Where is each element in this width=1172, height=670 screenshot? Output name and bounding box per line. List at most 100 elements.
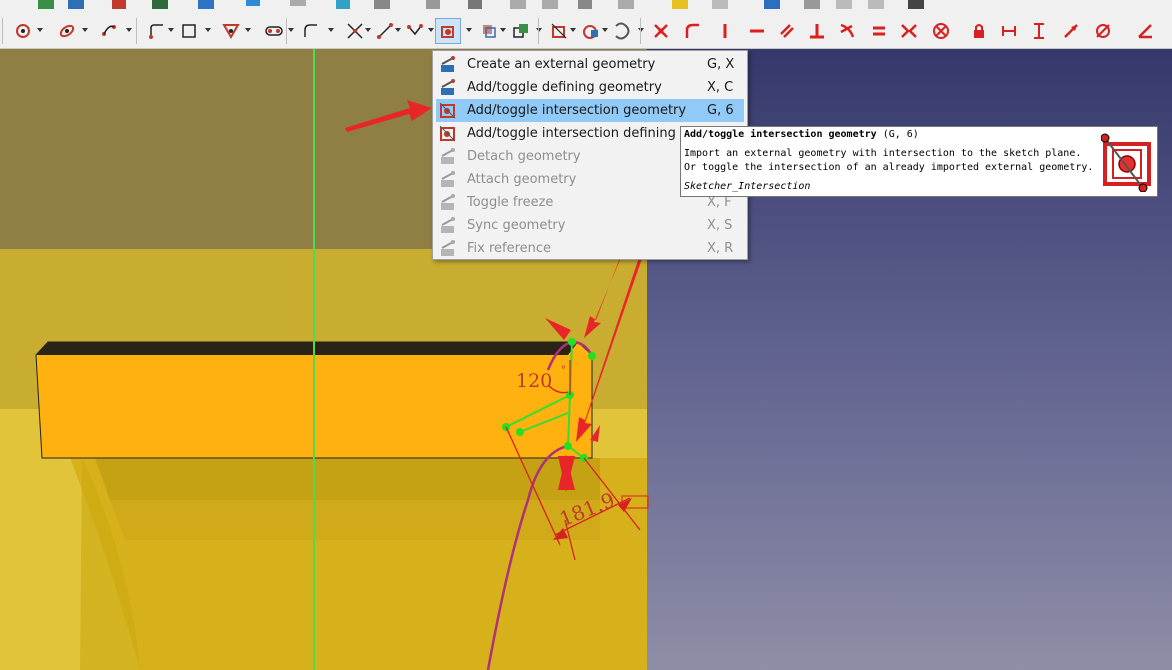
tooltip-description-line1: Import an external geometry with interse…: [684, 148, 1082, 159]
constraint-block-button[interactable]: [928, 18, 954, 44]
dropdown-arrow-icon[interactable]: [82, 28, 88, 32]
copy-button[interactable]: [578, 18, 604, 44]
tooltip-title: Add/toggle intersection geometry (G, 6): [684, 129, 919, 140]
datum-plane-icon: [59, 24, 75, 38]
fillet-icon: [304, 24, 317, 37]
dropdown-arrow-icon[interactable]: [570, 28, 576, 32]
menu-item-shortcut: X, C: [707, 80, 734, 95]
constraint-horizontal-distance-button[interactable]: [996, 18, 1022, 44]
toolbar-separator: [640, 18, 641, 44]
conic-icon: [377, 23, 393, 39]
external-geometry-icon: [551, 23, 567, 39]
constraint-radius-button[interactable]: [1090, 18, 1116, 44]
constraint-distance-icon: [1064, 24, 1078, 38]
arrow-up-button[interactable]: [218, 18, 244, 44]
toolbar-top-row: [38, 0, 924, 9]
constraint-parallel-button[interactable]: [774, 18, 800, 44]
dropdown-arrow-icon[interactable]: [428, 28, 434, 32]
rectangle-button[interactable]: [176, 18, 202, 44]
menu-item-label: Sync geometry: [467, 218, 566, 233]
clone-button[interactable]: [508, 18, 534, 44]
constraint-perpendicular-icon: [810, 24, 824, 39]
tooltip-command-name: Sketcher_Intersection: [684, 181, 811, 192]
datum-plane-button[interactable]: [54, 18, 80, 44]
dropdown-arrow-icon[interactable]: [602, 28, 608, 32]
constraint-parallel-icon: [780, 24, 794, 38]
constraint-angle-icon: [1138, 24, 1152, 39]
array-icon: [615, 22, 630, 40]
constraint-distance-button[interactable]: [1058, 18, 1084, 44]
menu-item-shortcut: G, X: [707, 57, 735, 72]
dropdown-arrow-icon[interactable]: [168, 28, 174, 32]
dropdown-arrow-icon[interactable]: [365, 28, 371, 32]
constraint-point-on-object-icon: [685, 23, 699, 38]
fillet-button[interactable]: [298, 18, 324, 44]
angle-dimension-unit: °: [561, 365, 566, 376]
angle-dimension-label[interactable]: 120: [516, 370, 552, 392]
datum-point-icon: [16, 24, 30, 38]
constraint-block-icon: [933, 23, 949, 39]
intersection-icon: [1101, 133, 1151, 192]
tooltip-description-line2: Or toggle the intersection of an already…: [684, 162, 1094, 173]
dropdown-arrow-icon[interactable]: [328, 28, 334, 32]
toolbar-separator: [286, 18, 287, 44]
dropdown-arrow-icon[interactable]: [205, 28, 211, 32]
dropdown-arrow-icon[interactable]: [37, 28, 43, 32]
constraint-lock-icon: [974, 24, 984, 38]
orange-block-top-edge: [36, 342, 578, 355]
menu-item-add-toggle-defining-geometry[interactable]: Add/toggle defining geometry X, C: [433, 76, 747, 99]
dropdown-arrow-icon[interactable]: [288, 28, 294, 32]
external-geometry-icon: [441, 240, 455, 256]
carbon-copy-button[interactable]: [476, 18, 502, 44]
menu-item-label: Add/toggle defining geometry: [467, 80, 662, 95]
sketcher-toolbar: [0, 0, 1172, 49]
dropdown-arrow-icon[interactable]: [126, 28, 132, 32]
external-geometry-icon: [441, 217, 455, 233]
menu-item-label: Toggle freeze: [467, 195, 554, 210]
menu-item-shortcut: G, 6: [707, 103, 734, 118]
toolbar-separator: [538, 18, 539, 44]
point-icon: [149, 24, 163, 39]
arrow-redo-button[interactable]: [261, 18, 287, 44]
constraint-vertical-button[interactable]: [712, 18, 738, 44]
constraint-perpendicular-button[interactable]: [804, 18, 830, 44]
menu-item-shortcut: X, S: [707, 218, 733, 233]
constraint-equal-button[interactable]: [866, 18, 892, 44]
constraint-angle-button[interactable]: [1132, 18, 1158, 44]
dropdown-arrow-icon[interactable]: [638, 28, 644, 32]
constraint-coincident-icon: [654, 24, 668, 38]
arrow-redo-icon: [265, 26, 283, 36]
external-geometry-button[interactable]: [546, 18, 572, 44]
array-button[interactable]: [608, 18, 634, 44]
command-tooltip: Add/toggle intersection geometry (G, 6) …: [680, 126, 1158, 197]
bspline-button[interactable]: [402, 18, 428, 44]
dropdown-arrow-icon[interactable]: [466, 28, 472, 32]
menu-item-add-toggle-intersection-geometry[interactable]: Add/toggle intersection geometry G, 6: [436, 99, 744, 122]
dropdown-arrow-icon[interactable]: [245, 28, 251, 32]
constraint-radius-icon: [1096, 24, 1110, 38]
constraint-symmetric-button[interactable]: [896, 18, 922, 44]
constraint-horizontal-button[interactable]: [744, 18, 770, 44]
dropdown-arrow-icon[interactable]: [395, 28, 401, 32]
constraint-tangent-icon: [840, 23, 855, 38]
dropdown-arrow-icon[interactable]: [500, 28, 506, 32]
datum-point-button[interactable]: [10, 18, 36, 44]
toolbar-separator: [136, 18, 137, 44]
constraint-point-on-object-button[interactable]: [680, 18, 706, 44]
menu-item-fix-reference[interactable]: Fix reference X, R: [433, 237, 747, 260]
point-button[interactable]: [144, 18, 170, 44]
constraint-tangent-button[interactable]: [834, 18, 860, 44]
external-geometry-icon: [441, 171, 455, 187]
constraint-equal-icon: [873, 26, 885, 36]
constraint-coincident-button[interactable]: [648, 18, 674, 44]
intersection-button[interactable]: [435, 18, 461, 44]
intersection-icon: [441, 26, 454, 38]
chamfer-solid-button[interactable]: [96, 18, 122, 44]
constraint-vertical-distance-button[interactable]: [1026, 18, 1052, 44]
constraint-lock-button[interactable]: [966, 18, 992, 44]
clone-icon: [513, 24, 528, 38]
menu-item-sync-geometry[interactable]: Sync geometry X, S: [433, 214, 747, 237]
menu-item-create-an-external-geometry[interactable]: Create an external geometry G, X: [433, 53, 747, 76]
dropdown-arrow-icon[interactable]: [536, 28, 542, 32]
carbon-copy-icon: [483, 25, 496, 38]
